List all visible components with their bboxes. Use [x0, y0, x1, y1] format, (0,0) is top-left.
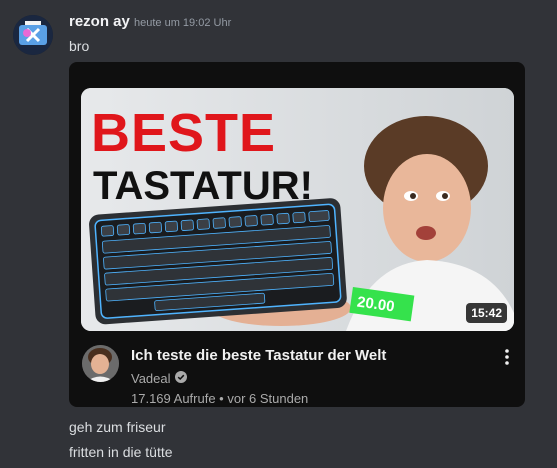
channel-line: Vadeal [131, 371, 187, 386]
message-text: bro [69, 38, 90, 54]
video-stats: 17.169 Aufrufe • vor 6 Stunden [131, 391, 309, 406]
channel-name[interactable]: Vadeal [131, 371, 171, 386]
channel-avatar-image [82, 345, 119, 382]
video-duration: 15:42 [466, 303, 507, 323]
video-thumbnail[interactable]: BESTE TASTATUR! 20.00 15:42 [81, 88, 514, 331]
thumbnail-headline-1: BESTE [91, 103, 277, 163]
message-timestamp: heute um 19:02 Uhr [134, 17, 232, 29]
message-text: fritten in die tütte [69, 444, 173, 460]
user-avatar[interactable] [13, 15, 53, 55]
avatar-image [13, 15, 53, 55]
more-vertical-icon[interactable] [499, 347, 515, 367]
message-text: geh zum friseur [69, 419, 166, 435]
channel-avatar[interactable] [82, 345, 119, 382]
thumbnail-headline-2: TASTATUR! [93, 164, 313, 208]
verified-check-icon [174, 371, 187, 386]
message-author[interactable]: rezon ay [69, 13, 130, 30]
video-title[interactable]: Ich teste die beste Tastatur der Welt [131, 347, 386, 364]
youtube-embed: BESTE TASTATUR! 20.00 15:42 Ich teste di… [69, 62, 525, 407]
